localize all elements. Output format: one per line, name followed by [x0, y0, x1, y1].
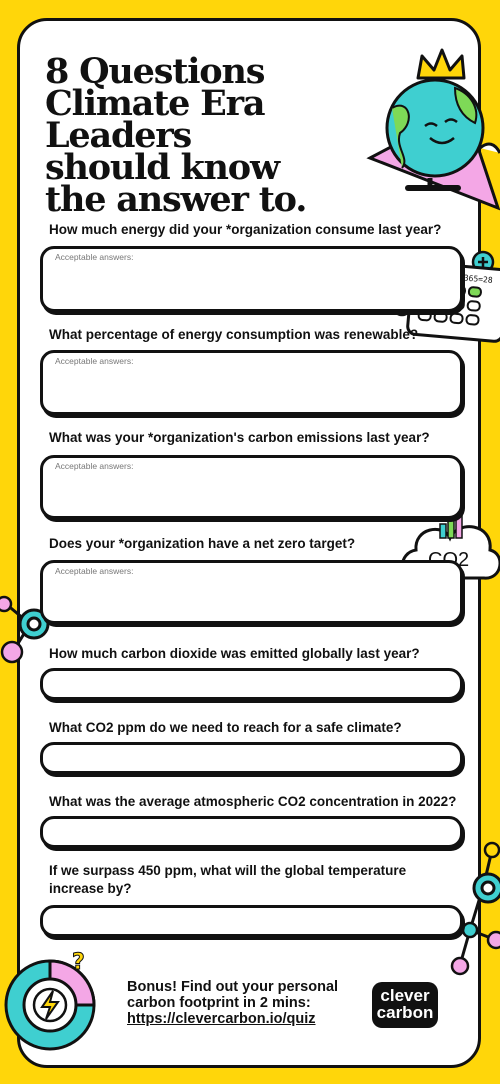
- clever-carbon-logo: clever carbon: [372, 982, 438, 1028]
- question-5: How much carbon dioxide was emitted glob…: [49, 646, 420, 661]
- answer-field-4[interactable]: Acceptable answers:: [40, 560, 463, 624]
- question-2: What percentage of energy consumption wa…: [49, 327, 419, 342]
- question-1: How much energy did your *organization c…: [49, 222, 442, 237]
- answer-hint: Acceptable answers:: [55, 461, 134, 471]
- title-line: the answer to.: [45, 179, 307, 220]
- bonus-line: Bonus! Find out your personal: [127, 979, 339, 995]
- answer-hint: Acceptable answers:: [55, 356, 134, 366]
- bonus-text: Bonus! Find out your personal carbon foo…: [127, 979, 367, 1027]
- globe-crown-icon: [366, 48, 500, 211]
- logo-line: clever: [380, 986, 430, 1005]
- bonus-line: carbon footprint in 2 mins:: [127, 995, 311, 1011]
- answer-field-8[interactable]: [40, 905, 463, 937]
- answer-field-3[interactable]: Acceptable answers:: [40, 455, 463, 519]
- answer-field-5[interactable]: [40, 668, 463, 700]
- svg-text:?: ?: [72, 950, 85, 975]
- answer-hint: Acceptable answers:: [55, 566, 134, 576]
- quiz-link[interactable]: https://clevercarbon.io/quiz: [127, 1011, 316, 1027]
- answer-field-2[interactable]: Acceptable answers:: [40, 350, 463, 415]
- logo-line: carbon: [376, 1003, 434, 1022]
- question-3: What was your *organization's carbon emi…: [49, 430, 430, 445]
- question-7: What was the average atmospheric CO2 con…: [49, 794, 457, 809]
- energy-ring-icon: ?: [4, 950, 96, 1051]
- answer-field-1[interactable]: Acceptable answers:: [40, 246, 463, 312]
- answer-hint: Acceptable answers:: [55, 252, 134, 262]
- answer-field-7[interactable]: [40, 816, 463, 848]
- title-line: Climate Era Leaders: [45, 83, 266, 156]
- question-6: What CO2 ppm do we need to reach for a s…: [49, 720, 402, 735]
- question-4: Does your *organization have a net zero …: [49, 536, 356, 551]
- page-title: 8 Questions Climate Era Leaders should k…: [45, 54, 385, 220]
- answer-field-6[interactable]: [40, 742, 463, 774]
- question-8: If we surpass 450 ppm, what will the glo…: [49, 863, 407, 896]
